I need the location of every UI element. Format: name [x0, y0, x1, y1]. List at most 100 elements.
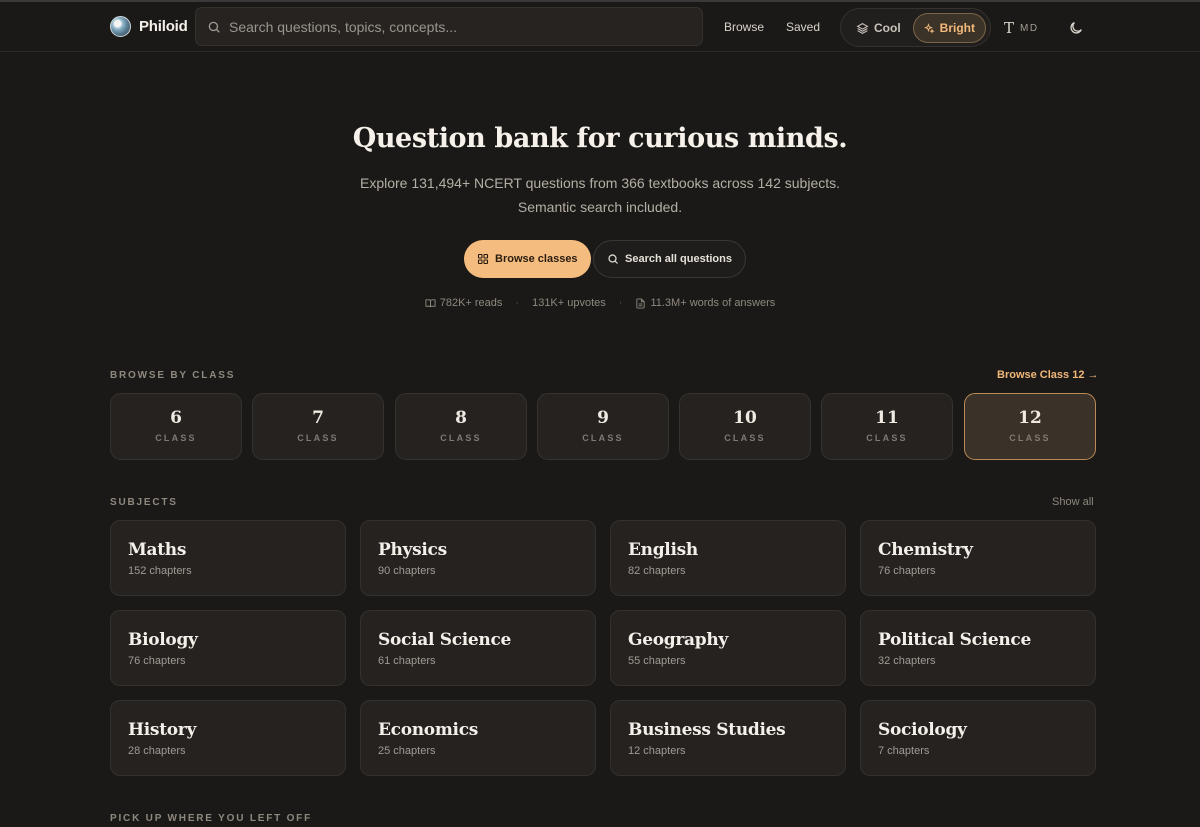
subject-chapter-count: 7 chapters	[878, 745, 930, 757]
subject-chapter-count: 55 chapters	[628, 655, 686, 667]
upvotes-stat: 131K+ upvotes	[532, 297, 606, 309]
subject-card-sociology[interactable]: Sociology 7 chapters	[860, 700, 1096, 776]
browse-class-12-link[interactable]: Browse Class 12 →	[997, 369, 1099, 381]
subject-chapter-count: 90 chapters	[378, 565, 436, 577]
subject-name: Physics	[378, 540, 447, 560]
class-tile-10[interactable]: 10 CLASS	[679, 393, 811, 460]
class-tile-11[interactable]: 11 CLASS	[821, 393, 953, 460]
subject-card-english[interactable]: English 82 chapters	[610, 520, 846, 596]
subject-card-chemistry[interactable]: Chemistry 76 chapters	[860, 520, 1096, 596]
search-bar[interactable]	[195, 7, 703, 46]
class-tile-8[interactable]: 8 CLASS	[395, 393, 527, 460]
subject-grid: Maths 152 chapters Physics 90 chapters E…	[110, 520, 1096, 776]
search-all-label: Search all questions	[625, 253, 732, 265]
class-number: 11	[875, 408, 899, 428]
book-icon	[425, 298, 436, 307]
reads-stat: 782K+ reads	[425, 297, 502, 309]
class-label: CLASS	[866, 433, 908, 443]
class-number: 10	[733, 408, 757, 428]
class-tile-9[interactable]: 9 CLASS	[537, 393, 669, 460]
subject-name: Maths	[128, 540, 187, 560]
subject-card-economics[interactable]: Economics 25 chapters	[360, 700, 596, 776]
subject-name: Political Science	[878, 630, 1031, 650]
subject-name: English	[628, 540, 698, 560]
class-tile-7[interactable]: 7 CLASS	[252, 393, 384, 460]
subject-chapter-count: 76 chapters	[878, 565, 936, 577]
theme-bright-label: Bright	[939, 21, 975, 35]
subject-name: Business Studies	[628, 720, 786, 740]
subjects-label: SUBJECTS	[110, 497, 178, 508]
theme-cool-button[interactable]: Cool	[846, 13, 911, 43]
class-label: CLASS	[297, 433, 339, 443]
subject-chapter-count: 61 chapters	[378, 655, 436, 667]
theme-bright-button[interactable]: Bright	[913, 13, 986, 43]
subject-card-biology[interactable]: Biology 76 chapters	[110, 610, 346, 686]
subject-card-business-studies[interactable]: Business Studies 12 chapters	[610, 700, 846, 776]
separator-dot: ·	[618, 297, 623, 309]
subject-chapter-count: 12 chapters	[628, 745, 686, 757]
show-all-subjects-link[interactable]: Show all	[1052, 496, 1094, 508]
subject-chapter-count: 152 chapters	[128, 565, 192, 577]
class-number: 7	[312, 408, 324, 428]
class-label: CLASS	[440, 433, 482, 443]
browse-by-class-label: BROWSE BY CLASS	[110, 370, 236, 381]
subject-chapter-count: 76 chapters	[128, 655, 186, 667]
page-title: Question bank for curious minds.	[352, 123, 848, 154]
document-icon	[636, 297, 646, 309]
class-label: CLASS	[724, 433, 766, 443]
separator-dot: ·	[515, 297, 520, 309]
browse-classes-button[interactable]: Browse classes	[464, 240, 591, 278]
search-icon	[608, 254, 618, 264]
subject-card-physics[interactable]: Physics 90 chapters	[360, 520, 596, 596]
subject-chapter-count: 28 chapters	[128, 745, 186, 757]
continue-section-label: PICK UP WHERE YOU LEFT OFF	[110, 813, 312, 824]
font-size-label: MD	[1020, 22, 1039, 34]
nav-browse-link[interactable]: Browse	[724, 20, 764, 34]
words-stat: 11.3M+ words of answers	[635, 297, 775, 309]
search-icon	[208, 21, 220, 33]
subject-chapter-count: 82 chapters	[628, 565, 686, 577]
class-number: 8	[455, 408, 467, 428]
class-tile-6[interactable]: 6 CLASS	[110, 393, 242, 460]
brand-name: Philoid	[139, 18, 188, 35]
text-size-icon: T	[1004, 19, 1015, 37]
brand-logo[interactable]: Philoid	[110, 16, 188, 37]
subject-chapter-count: 32 chapters	[878, 655, 936, 667]
hero-subtitle-line-2: Semantic search included.	[517, 199, 683, 215]
class-selector: 6 CLASS 7 CLASS 8 CLASS 9 CLASS 10 CLASS…	[110, 393, 1096, 460]
stats-row: 782K+ reads · 131K+ upvotes · 11.3M+ wor…	[0, 297, 1200, 309]
subject-chapter-count: 25 chapters	[378, 745, 436, 757]
subject-card-geography[interactable]: Geography 55 chapters	[610, 610, 846, 686]
font-size-control[interactable]: T MD	[1004, 19, 1039, 37]
theme-toggle: Cool Bright	[840, 8, 991, 47]
nav-saved-link[interactable]: Saved	[786, 20, 820, 34]
hero-subtitle-line-1: Explore 131,494+ NCERT questions from 36…	[359, 175, 841, 191]
class-label: CLASS	[582, 433, 624, 443]
browse-classes-label: Browse classes	[495, 253, 578, 265]
logo-icon	[110, 16, 131, 37]
subject-card-social-science[interactable]: Social Science 61 chapters	[360, 610, 596, 686]
subject-name: History	[128, 720, 197, 740]
search-input[interactable]	[229, 18, 702, 35]
grid-icon	[477, 253, 489, 265]
class-number: 9	[597, 408, 609, 428]
class-number: 12	[1018, 408, 1042, 428]
hero-subtitle: Explore 131,494+ NCERT questions from 36…	[300, 171, 900, 219]
search-all-button[interactable]: Search all questions	[593, 240, 746, 278]
layers-icon	[856, 22, 869, 34]
class-label: CLASS	[1009, 433, 1051, 443]
subject-name: Economics	[378, 720, 479, 740]
moon-icon[interactable]	[1068, 20, 1084, 36]
class-tile-12[interactable]: 12 CLASS	[964, 393, 1096, 460]
subject-card-political-science[interactable]: Political Science 32 chapters	[860, 610, 1096, 686]
class-label: CLASS	[155, 433, 197, 443]
subject-name: Biology	[128, 630, 198, 650]
subject-card-history[interactable]: History 28 chapters	[110, 700, 346, 776]
subject-name: Chemistry	[878, 540, 973, 560]
class-number: 6	[170, 408, 182, 428]
subject-card-maths[interactable]: Maths 152 chapters	[110, 520, 346, 596]
subject-name: Social Science	[378, 630, 512, 650]
subject-name: Geography	[628, 630, 728, 650]
theme-cool-label: Cool	[874, 21, 901, 35]
top-header: Philoid Browse Saved Cool Bright T MD	[0, 2, 1200, 52]
